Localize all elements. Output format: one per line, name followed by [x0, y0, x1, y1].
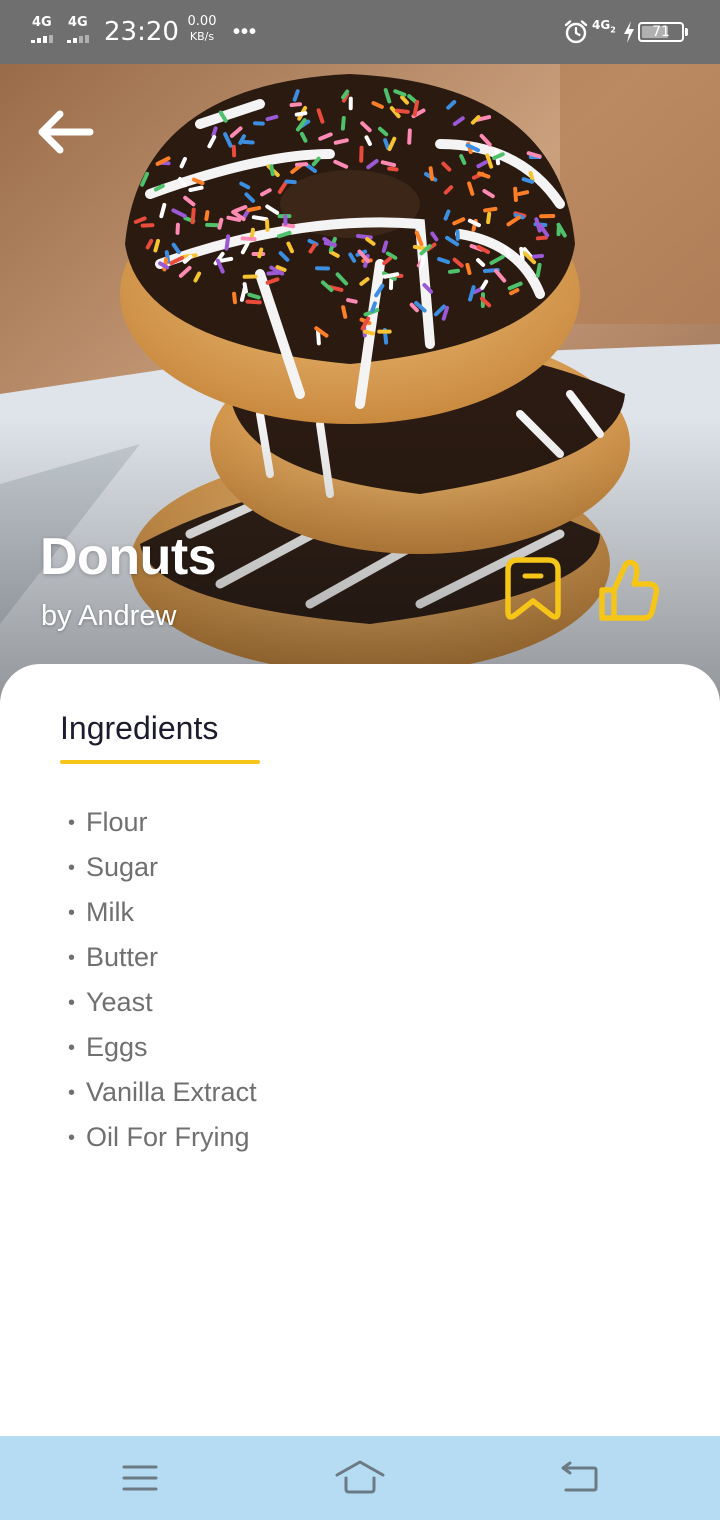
network-speed-value: 0.00	[187, 14, 217, 29]
battery-icon: 71	[638, 22, 688, 42]
recipe-author: by Andrew	[41, 600, 177, 632]
network-type-label: 4G	[592, 18, 611, 32]
ingredient-list: • Flour • Sugar • Milk • Butter • Yeast • Eggs…	[68, 800, 257, 1160]
recipe-hero: Donuts by Andrew	[0, 64, 720, 704]
list-item: • Vanilla Extract	[68, 1070, 257, 1115]
back-icon[interactable]	[550, 1454, 610, 1502]
ingredient-name: Sugar	[86, 852, 159, 882]
bullet: •	[68, 992, 76, 1014]
sim2-network-label: 4G	[68, 15, 88, 30]
battery-level: 71	[652, 24, 670, 40]
ingredient-name: Vanilla Extract	[86, 1077, 257, 1107]
status-bar: 4G 4G 23:20 0.00 KB/s ••• 4G2 71	[0, 0, 720, 64]
list-item: • Butter	[68, 935, 257, 980]
list-item: • Milk	[68, 890, 257, 935]
home-icon[interactable]	[330, 1454, 390, 1502]
network-speed-unit: KB/s	[189, 30, 215, 43]
recipe-title: Donuts	[40, 528, 217, 586]
bullet: •	[68, 1037, 76, 1059]
bullet: •	[68, 902, 76, 924]
list-item: • Flour	[68, 800, 257, 845]
tab-active-indicator	[60, 760, 260, 764]
ingredient-name: Yeast	[86, 987, 153, 1017]
ingredient-name: Eggs	[86, 1032, 148, 1062]
sim1-signal-icon: 4G	[31, 16, 55, 44]
sim2-signal-icon: 4G	[67, 16, 91, 44]
bullet: •	[68, 947, 76, 969]
bullet: •	[68, 812, 76, 834]
charging-icon	[624, 21, 634, 43]
bullet: •	[68, 1127, 76, 1149]
tab-ingredients[interactable]: Ingredients	[60, 704, 260, 764]
recipe-details-sheet: Ingredients • Flour • Sugar • Milk • Butter …	[0, 664, 720, 1436]
status-time: 23:20	[104, 17, 179, 47]
list-item: • Oil For Frying	[68, 1115, 257, 1160]
ingredient-name: Butter	[86, 942, 159, 972]
system-navigation-bar	[0, 1436, 720, 1520]
bookmark-button[interactable]	[498, 554, 568, 628]
list-item: • Sugar	[68, 845, 257, 890]
network-speed: 0.00 KB/s	[182, 14, 222, 44]
ingredient-name: Flour	[86, 807, 148, 837]
alarm-icon	[564, 20, 588, 44]
tab-ingredients-label: Ingredients	[60, 710, 219, 746]
ingredient-name: Milk	[86, 897, 134, 927]
list-item: • Yeast	[68, 980, 257, 1025]
list-item: • Eggs	[68, 1025, 257, 1070]
ingredient-name: Oil For Frying	[86, 1122, 250, 1152]
back-button[interactable]	[30, 104, 100, 160]
network-sim-index: 2	[610, 25, 616, 35]
like-button[interactable]	[594, 554, 664, 628]
bullet: •	[68, 1082, 76, 1104]
more-notifications-icon: •••	[233, 21, 258, 43]
sim1-network-label: 4G	[32, 15, 52, 30]
network-type: 4G2	[592, 18, 616, 37]
bullet: •	[68, 857, 76, 879]
menu-icon[interactable]	[110, 1454, 170, 1502]
